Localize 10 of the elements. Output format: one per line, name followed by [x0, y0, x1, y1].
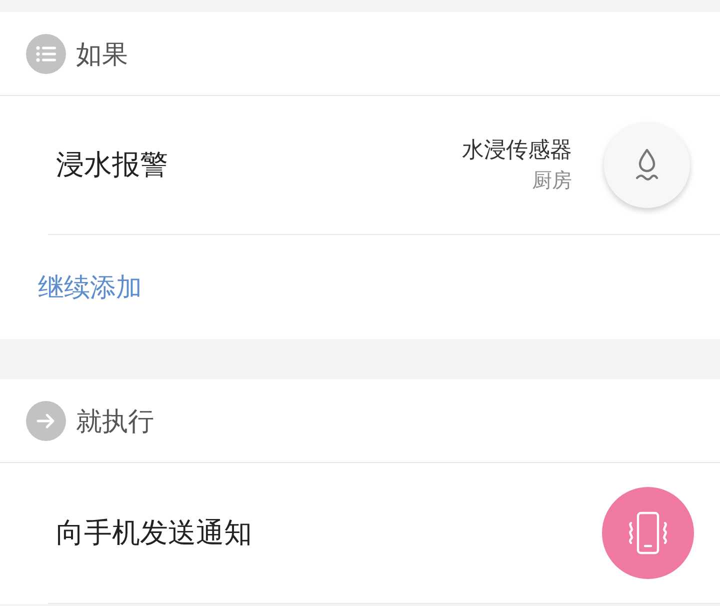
action-label: 向手机发送通知	[56, 519, 252, 547]
arrow-right-icon	[26, 400, 66, 440]
list-icon	[26, 34, 66, 74]
device-room: 厨房	[532, 169, 572, 194]
water-drop-icon	[604, 122, 690, 208]
trigger-label: 浸水报警	[56, 151, 168, 179]
section-title: 如果	[76, 40, 128, 66]
add-more-link[interactable]: 继续添加	[38, 274, 142, 300]
device-name: 水浸传感器	[462, 136, 572, 164]
section-title: 就执行	[76, 408, 154, 434]
